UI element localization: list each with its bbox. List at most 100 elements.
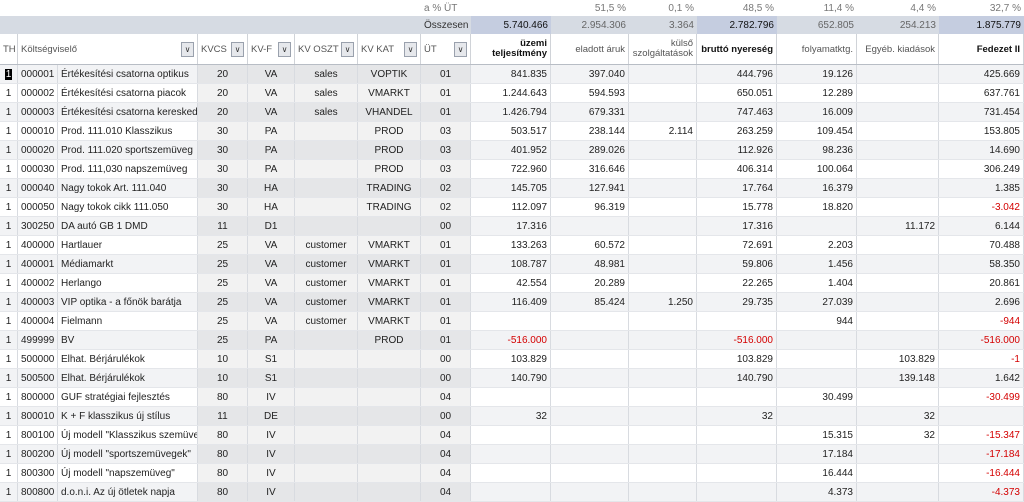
cell-egyeb[interactable]: [857, 198, 939, 216]
cell-kulso[interactable]: [629, 160, 697, 178]
cell-name[interactable]: Prod. 111.020 sportszemüveg: [58, 141, 198, 159]
cell-egyeb[interactable]: [857, 236, 939, 254]
cell-th[interactable]: 1: [0, 179, 18, 197]
table-row[interactable]: 1 800300 Új modell "napszemüveg" 80 IV 04 16.4…: [0, 464, 1024, 483]
cell-brutto[interactable]: [697, 426, 777, 444]
cell-egyeb[interactable]: [857, 122, 939, 140]
cell-name[interactable]: DA autó GB 1 DMD: [58, 217, 198, 235]
cell-eladott[interactable]: 316.646: [551, 160, 629, 178]
cell-id[interactable]: 400000: [18, 236, 58, 254]
cell-name[interactable]: Értékesítési csatorna piacok: [58, 84, 198, 102]
cell-name[interactable]: Nagy tokok cikk 111.050: [58, 198, 198, 216]
cell-uzemi[interactable]: 108.787: [471, 255, 551, 273]
cell-kvoszt[interactable]: sales: [295, 65, 358, 83]
cell-folyamat[interactable]: [777, 407, 857, 425]
cell-kvcs[interactable]: 25: [198, 274, 248, 292]
cell-kulso[interactable]: [629, 255, 697, 273]
cell-uzemi[interactable]: 1.426.794: [471, 103, 551, 121]
cell-uzemi[interactable]: [471, 483, 551, 501]
cell-kvoszt[interactable]: [295, 445, 358, 463]
table-row[interactable]: 1 800010 K + F klasszikus új stílus 11 DE 00 3…: [0, 407, 1024, 426]
cell-ut[interactable]: 01: [421, 331, 471, 349]
cell-th[interactable]: 1: [0, 236, 18, 254]
table-row[interactable]: 1 000050 Nagy tokok cikk 111.050 30 HA TRADIN…: [0, 198, 1024, 217]
cell-ut[interactable]: 04: [421, 445, 471, 463]
cell-fedezet[interactable]: -516.000: [939, 331, 1024, 349]
cell-kvoszt[interactable]: [295, 350, 358, 368]
cell-kvcs[interactable]: 20: [198, 84, 248, 102]
cell-kvoszt[interactable]: customer: [295, 236, 358, 254]
cell-kvoszt[interactable]: [295, 198, 358, 216]
cell-th[interactable]: 1: [0, 103, 18, 121]
cell-brutto[interactable]: 72.691: [697, 236, 777, 254]
cell-eladott[interactable]: [551, 369, 629, 387]
cell-uzemi[interactable]: -516.000: [471, 331, 551, 349]
header-kvoszt[interactable]: KV OSZT ∨: [295, 34, 358, 64]
cell-kvkat[interactable]: VMARKT: [358, 84, 421, 102]
cell-eladott[interactable]: 48.981: [551, 255, 629, 273]
cell-kvoszt[interactable]: sales: [295, 84, 358, 102]
cell-fedezet[interactable]: 1.642: [939, 369, 1024, 387]
cell-th[interactable]: 1: [0, 274, 18, 292]
cell-kvf[interactable]: IV: [248, 388, 295, 406]
cell-kvf[interactable]: IV: [248, 445, 295, 463]
cell-uzemi[interactable]: 17.316: [471, 217, 551, 235]
cell-folyamat[interactable]: 4.373: [777, 483, 857, 501]
cell-fedezet[interactable]: 1.385: [939, 179, 1024, 197]
cell-kvoszt[interactable]: [295, 369, 358, 387]
cell-kvkat[interactable]: TRADING: [358, 179, 421, 197]
cell-kvf[interactable]: PA: [248, 160, 295, 178]
cell-name[interactable]: Új modell "napszemüveg": [58, 464, 198, 482]
cell-ut[interactable]: 00: [421, 217, 471, 235]
cell-id[interactable]: 800800: [18, 483, 58, 501]
table-row[interactable]: 1 400000 Hartlauer 25 VA customer VMARKT 01 133.…: [0, 236, 1024, 255]
cell-fedezet[interactable]: -1: [939, 350, 1024, 368]
cell-kvkat[interactable]: VMARKT: [358, 236, 421, 254]
cell-kvcs[interactable]: 10: [198, 350, 248, 368]
cell-kulso[interactable]: [629, 179, 697, 197]
cell-uzemi[interactable]: 145.705: [471, 179, 551, 197]
cell-uzemi[interactable]: [471, 445, 551, 463]
cell-kvkat[interactable]: [358, 426, 421, 444]
cell-kvoszt[interactable]: [295, 122, 358, 140]
cell-kvf[interactable]: HA: [248, 198, 295, 216]
cell-kvf[interactable]: IV: [248, 464, 295, 482]
cell-ut[interactable]: 01: [421, 65, 471, 83]
table-row[interactable]: 1 400002 Herlango 25 VA customer VMARKT 01 42.55…: [0, 274, 1024, 293]
cell-name[interactable]: K + F klasszikus új stílus: [58, 407, 198, 425]
cell-kvf[interactable]: VA: [248, 236, 295, 254]
cell-th[interactable]: 1: [0, 369, 18, 387]
table-row[interactable]: 1 000020 Prod. 111.020 sportszemüveg 30 PA PR…: [0, 141, 1024, 160]
cell-egyeb[interactable]: [857, 141, 939, 159]
cell-ut[interactable]: 03: [421, 122, 471, 140]
cell-kvoszt[interactable]: [295, 160, 358, 178]
cell-kvkat[interactable]: TRADING: [358, 198, 421, 216]
cell-brutto[interactable]: 650.051: [697, 84, 777, 102]
cell-fedezet[interactable]: -16.444: [939, 464, 1024, 482]
cell-brutto[interactable]: 17.764: [697, 179, 777, 197]
cell-folyamat[interactable]: [777, 350, 857, 368]
cell-kvcs[interactable]: 30: [198, 179, 248, 197]
cell-kvkat[interactable]: [358, 445, 421, 463]
cell-kulso[interactable]: 1.250: [629, 293, 697, 311]
cell-ut[interactable]: 02: [421, 179, 471, 197]
cell-fedezet[interactable]: -4.373: [939, 483, 1024, 501]
cell-kvkat[interactable]: [358, 483, 421, 501]
cell-kvf[interactable]: VA: [248, 255, 295, 273]
cell-kvkat[interactable]: [358, 369, 421, 387]
header-folyamat[interactable]: folyamatktg.: [777, 34, 857, 64]
cell-kulso[interactable]: [629, 426, 697, 444]
cell-kulso[interactable]: [629, 141, 697, 159]
cell-egyeb[interactable]: [857, 179, 939, 197]
cell-kvkat[interactable]: [358, 464, 421, 482]
cell-folyamat[interactable]: 1.404: [777, 274, 857, 292]
cell-folyamat[interactable]: 98.236: [777, 141, 857, 159]
cell-eladott[interactable]: [551, 445, 629, 463]
cell-id[interactable]: 800200: [18, 445, 58, 463]
cell-kvoszt[interactable]: [295, 407, 358, 425]
cell-brutto[interactable]: 32: [697, 407, 777, 425]
cell-ut[interactable]: 01: [421, 255, 471, 273]
header-eladott[interactable]: eladott áruk: [551, 34, 629, 64]
cell-ut[interactable]: 00: [421, 407, 471, 425]
cell-folyamat[interactable]: [777, 217, 857, 235]
